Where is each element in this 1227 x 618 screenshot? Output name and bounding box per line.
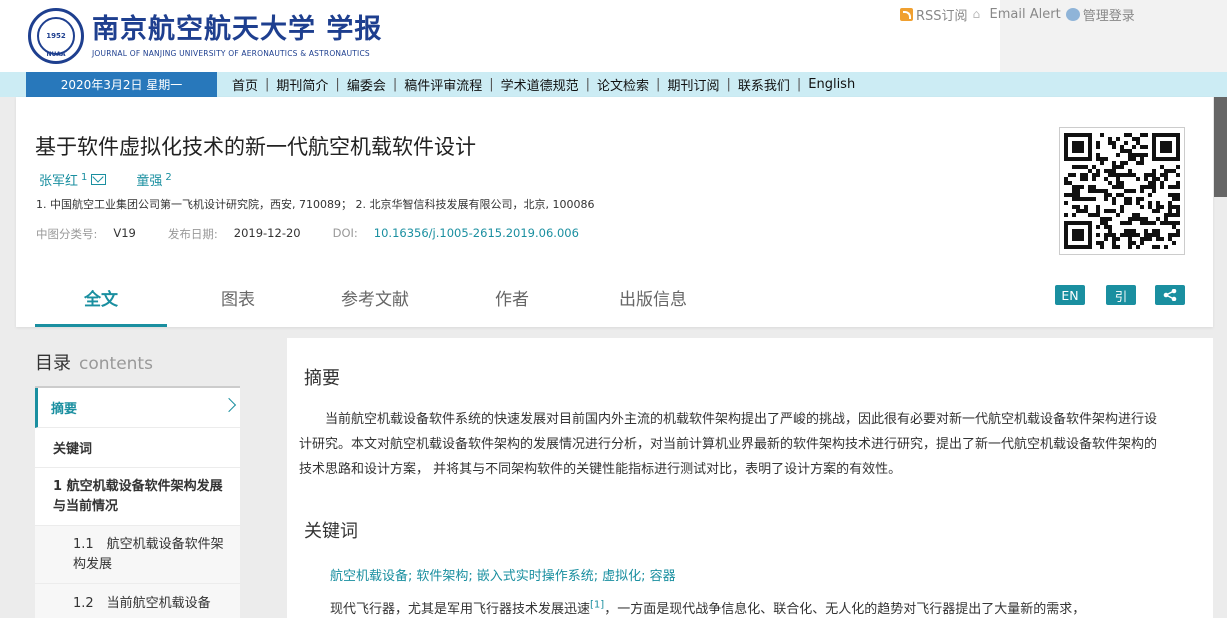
keyword-link[interactable]: 软件架构; — [416, 565, 472, 584]
share-button[interactable] — [1155, 285, 1185, 305]
admin-login-link[interactable]: 管理登录 — [1065, 5, 1135, 24]
toc-item-section-1[interactable]: 1 航空机载设备软件架构发展与当前情况 — [35, 468, 240, 526]
nav-separator: | — [656, 77, 661, 92]
brand-chinese: 南京航空航天大学 学报 — [92, 14, 383, 45]
doi-label: DOI: — [332, 226, 358, 240]
nav-separator: | — [489, 77, 494, 92]
author-affil-sup: 1 — [81, 171, 88, 183]
seal-year: 1952 — [37, 17, 75, 55]
body-text: 现代飞行器，尤其是军用飞行器技术发展迅速 — [330, 602, 591, 617]
nav-item-contact[interactable]: 联系我们 — [738, 75, 790, 94]
university-seal: 1952 NUAA — [28, 8, 84, 64]
author-link[interactable]: 张军红 1 — [39, 170, 87, 189]
chevron-right-icon — [221, 397, 237, 413]
keyword-link[interactable]: 容器 — [650, 565, 676, 584]
nav-separator: | — [392, 77, 398, 92]
publish-date-label: 发布日期: — [167, 227, 218, 241]
toc-list: 摘要 关键词 1 航空机载设备软件架构发展与当前情况 1.1 航空机载设备软件架… — [35, 388, 240, 618]
doi-link[interactable]: 10.16356/j.1005-2615.2019.06.006 — [374, 226, 579, 242]
toc-item-keywords[interactable]: 关键词 — [35, 428, 240, 468]
nav-item-subscribe[interactable]: 期刊订阅 — [667, 75, 719, 94]
rss-icon — [900, 8, 913, 21]
toc-item-section-1-1[interactable]: 1.1 航空机载设备软件架构发展 — [35, 526, 240, 584]
keywords-heading: 关键词 — [304, 521, 358, 542]
toc-item-section-1-2[interactable]: 1.2 当前航空机载设备 — [35, 584, 240, 618]
affiliations: 1. 中国航空工业集团公司第一飞机设计研究院，西安, 710089； 2. 北京… — [36, 198, 595, 211]
author-link[interactable]: 童强 2 — [136, 170, 171, 189]
nav-item-about[interactable]: 期刊简介 — [276, 75, 328, 94]
abstract-heading: 摘要 — [304, 368, 340, 389]
abstract-text: 当前航空机载设备软件系统的快速发展对目前国内外主流的机载软件架构提出了严峻的挑战… — [299, 412, 1158, 477]
nav-separator: | — [335, 77, 340, 92]
brand-english: JOURNAL OF NANJING UNIVERSITY OF AERONAU… — [92, 49, 370, 58]
email-alert-icon: ⌂ — [972, 7, 981, 21]
tab-publication-info[interactable]: 出版信息 — [583, 280, 723, 327]
nav-separator: | — [796, 77, 802, 92]
toc-title-en: contents — [79, 354, 153, 374]
admin-label: 管理登录 — [1082, 9, 1135, 24]
qr-code-icon — [1064, 133, 1180, 249]
nav-item-english[interactable]: English — [808, 77, 855, 92]
author-name: 童强 — [136, 174, 163, 189]
rss-label: RSS订阅 — [916, 9, 968, 24]
toc-item-label: 1 航空机载设备软件架构发展与当前情况 — [53, 478, 223, 514]
tab-fulltext[interactable]: 全文 — [35, 280, 167, 327]
current-date: 2020年3月2日 星期一 — [26, 72, 217, 97]
email-alert-label: Email Alert — [989, 7, 1061, 22]
body-text: ，一方面是现代战争信息化、联合化、无人化的趋势对飞行器提出了大量新的需求， — [604, 602, 1086, 617]
nav-separator: | — [585, 77, 591, 92]
tab-authors[interactable]: 作者 — [441, 280, 583, 327]
tab-references[interactable]: 参考文献 — [309, 280, 441, 327]
keyword-link[interactable]: 嵌入式实时操作系统; — [477, 565, 598, 584]
clc-value: V19 — [113, 226, 136, 240]
nav-item-ethics[interactable]: 学术道德规范 — [501, 75, 579, 94]
admin-icon — [1065, 8, 1080, 21]
toc-item-label: 1.2 当前航空机载设备 — [73, 595, 211, 611]
keyword-list: 航空机载设备; 软件架构; 嵌入式实时操作系统; 虚拟化; 容器 — [330, 565, 680, 584]
rss-link[interactable]: RSS订阅 — [900, 5, 968, 24]
toc-item-label: 1.1 航空机载设备软件架构发展 — [73, 536, 224, 572]
toc-heading: 目录 contents — [35, 349, 153, 375]
clc-label: 中图分类号: — [36, 227, 98, 241]
main-nav: 首页 | 期刊简介 | 编委会 | 稿件评审流程 | 学术道德规范 | 论文检索 | 期刊订… — [232, 72, 855, 97]
nav-item-review-process[interactable]: 稿件评审流程 — [404, 75, 482, 94]
nav-item-search[interactable]: 论文检索 — [597, 75, 649, 94]
share-icon — [1163, 288, 1177, 302]
brand: 南京航空航天大学 学报 JOURNAL OF NANJING UNIVERSIT… — [92, 14, 382, 58]
nav-separator: | — [265, 77, 270, 92]
toc-subsection-group: 1.1 航空机载设备软件架构发展 1.2 当前航空机载设备 — [35, 526, 240, 618]
toc-item-label: 摘要 — [51, 402, 78, 417]
article-tabs: 全文 图表 参考文献 作者 出版信息 — [35, 280, 723, 327]
scrollbar-thumb[interactable] — [1214, 97, 1227, 197]
seal-bottom-text: NUAA — [46, 51, 66, 58]
toc-title-cn: 目录 — [35, 353, 71, 374]
keyword-link[interactable]: 航空机载设备; — [330, 565, 412, 584]
body-paragraph: 现代飞行器，尤其是军用飞行器技术发展迅速[1]，一方面是现代战争信息化、联合化、… — [330, 598, 1180, 617]
nav-separator: | — [726, 77, 731, 92]
nav-item-home[interactable]: 首页 — [232, 75, 258, 94]
toc-item-abstract[interactable]: 摘要 — [35, 388, 240, 428]
article-meta: 中图分类号: V19 发布日期: 2019-12-20 DOI: 10.1635… — [36, 226, 579, 242]
cite-button[interactable]: 引 — [1106, 285, 1136, 305]
author-list: 张军红 1 童强 2 — [39, 170, 172, 189]
qr-code — [1059, 127, 1185, 255]
keyword-link[interactable]: 虚拟化; — [602, 565, 645, 584]
nav-item-editorial-board[interactable]: 编委会 — [347, 75, 386, 94]
top-links: RSS订阅 ⌂ Email Alert 管理登录 — [900, 5, 1140, 24]
publish-date-value: 2019-12-20 — [233, 226, 301, 240]
toc-item-label: 关键词 — [53, 442, 93, 457]
tab-figures[interactable]: 图表 — [167, 280, 309, 327]
site-logo[interactable]: 1952 NUAA 南京航空航天大学 学报 JOURNAL OF NANJING… — [28, 8, 382, 64]
author-affil-sup: 2 — [165, 171, 172, 183]
author-name: 张军红 — [39, 174, 79, 189]
english-version-button[interactable]: EN — [1055, 285, 1085, 305]
email-alert-link[interactable]: ⌂ Email Alert — [973, 7, 1061, 22]
article-title: 基于软件虚拟化技术的新一代航空机载软件设计 — [35, 135, 476, 159]
mail-icon[interactable] — [91, 174, 107, 185]
citation-link[interactable]: [1] — [590, 600, 604, 611]
